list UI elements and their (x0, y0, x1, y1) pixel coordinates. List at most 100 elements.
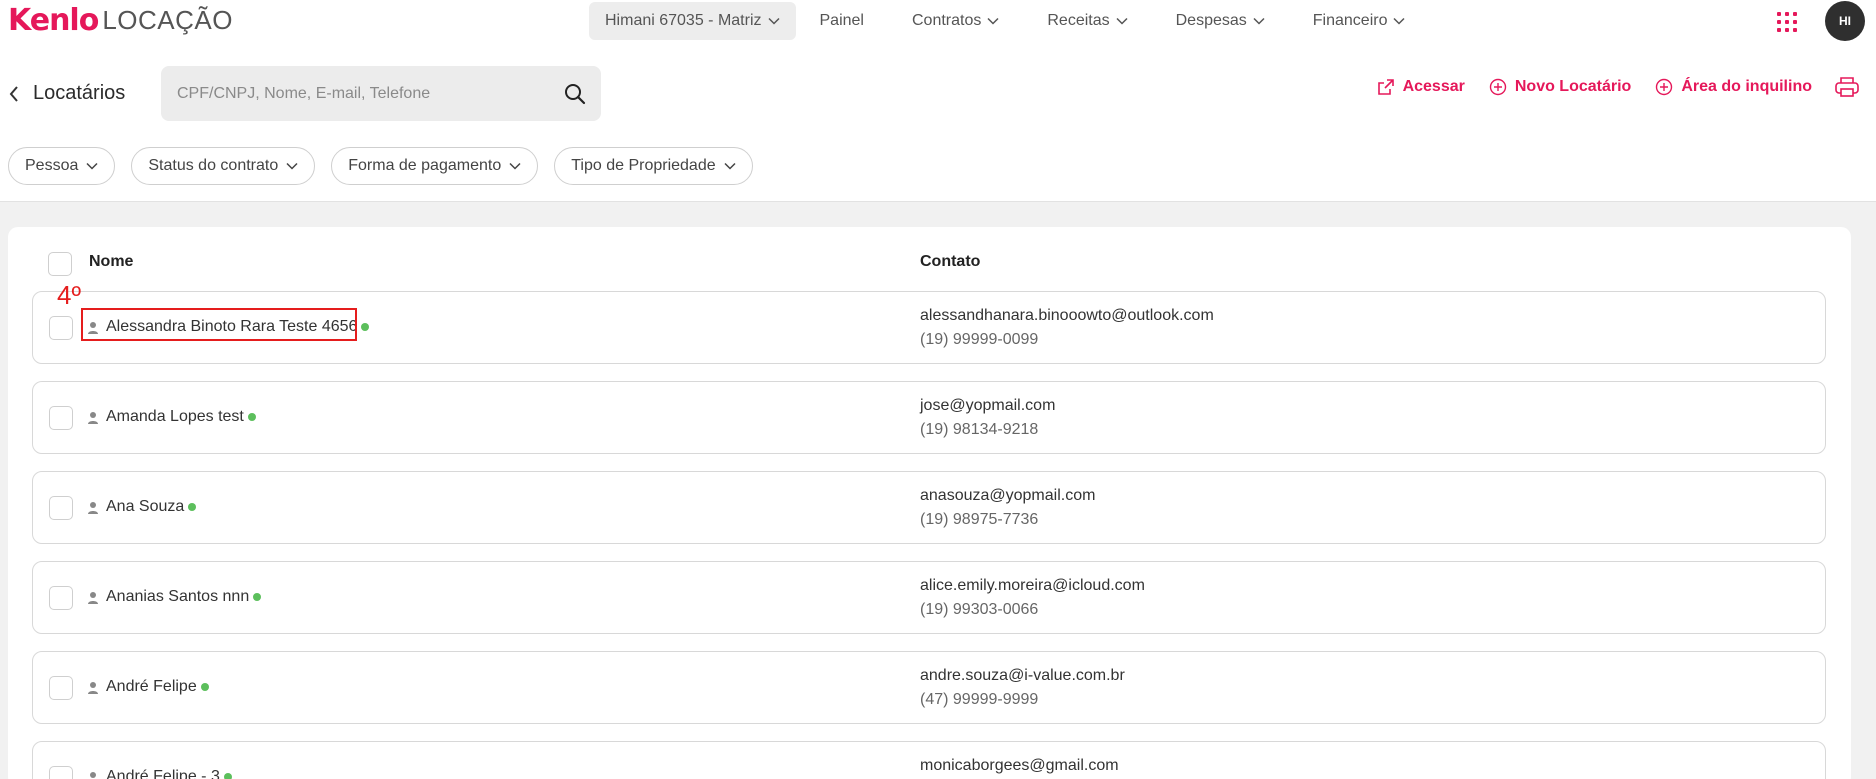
nav-item-receitas[interactable]: Receitas (1047, 11, 1128, 30)
tenant-name[interactable]: Ananias Santos nnn (106, 588, 262, 606)
row-checkbox[interactable] (49, 586, 73, 610)
external-link-icon (1377, 79, 1394, 95)
status-active-dot (361, 323, 370, 331)
table-row[interactable]: Amanda Lopes test jose@yopmail.com (19) … (32, 381, 1826, 454)
person-icon (90, 772, 96, 778)
filter-forma-pagamento[interactable]: Forma de pagamento (331, 147, 539, 185)
tenant-list: Nome Contato Alessandra Binoto Rara Test… (8, 227, 1851, 779)
search-box (161, 66, 601, 121)
tenant-name-text: Ananias Santos nnn (106, 588, 250, 605)
tenant-email: alice.emily.moreira@icloud.com (920, 577, 1145, 594)
brand-name: Kenlo (8, 2, 99, 38)
filter-label: Pessoa (25, 157, 79, 174)
tenant-phone: (19) 99303-0066 (920, 601, 1039, 618)
access-button[interactable]: Acessar (1377, 78, 1465, 96)
table-row[interactable]: André Felipe andre.souza@i-value.com.br … (32, 651, 1826, 724)
nav-label: Painel (819, 11, 864, 29)
tenant-name[interactable]: André Felipe - 3 (106, 768, 232, 779)
tenant-name[interactable]: Ana Souza (106, 498, 197, 516)
annotation-label: 4º (57, 280, 81, 310)
header-actions: Acessar Novo Locatário Área do inquilino (1353, 75, 1860, 99)
tenant-email: monicaborgees@gmail.com (920, 757, 1119, 774)
tenant-phone: (19) 98134-9218 (920, 421, 1039, 438)
chevron-down-icon (509, 162, 521, 170)
table-row[interactable]: Ananias Santos nnn alice.emily.moreira@i… (32, 561, 1826, 634)
status-active-dot (247, 413, 256, 421)
new-tenant-label: Novo Locatário (1514, 78, 1632, 95)
row-checkbox[interactable] (49, 496, 73, 520)
filter-label: Forma de pagamento (348, 157, 502, 174)
tenant-name[interactable]: Alessandra Binoto Rara Teste 4656 (106, 318, 370, 336)
tenant-phone: (47) 99999-9999 (920, 691, 1039, 708)
row-checkbox[interactable] (49, 676, 73, 700)
chevron-down-icon (987, 17, 999, 25)
chevron-down-icon (1393, 17, 1405, 25)
column-header-contact: Contato (920, 253, 981, 270)
person-icon (88, 502, 98, 514)
tenant-name-text: Ana Souza (106, 498, 185, 515)
tenant-name-text: Amanda Lopes test (106, 408, 244, 425)
filter-label: Tipo de Propriedade (571, 157, 716, 174)
app-logo[interactable]: Kenlo LOCAÇÃO (8, 2, 233, 38)
tenant-area-label: Área do inquilino (1681, 78, 1812, 95)
table-row[interactable]: Alessandra Binoto Rara Teste 4656 alessa… (32, 291, 1826, 364)
nav-label: Financeiro (1312, 11, 1388, 29)
product-name: LOCAÇÃO (102, 4, 233, 35)
company-label: Himani 67035 - Matriz (605, 11, 762, 29)
nav-label: Contratos (911, 11, 982, 29)
apps-grid-icon[interactable] (1777, 12, 1797, 32)
tenant-name[interactable]: André Felipe (106, 678, 209, 696)
search-icon[interactable] (563, 82, 587, 106)
row-checkbox[interactable] (49, 766, 73, 779)
new-tenant-button[interactable]: Novo Locatário (1489, 78, 1631, 96)
chevron-down-icon (286, 162, 298, 170)
row-checkbox[interactable] (49, 406, 73, 430)
back-arrow-icon[interactable] (8, 84, 20, 104)
filter-label: Status do contrato (148, 157, 279, 174)
filter-status-contrato[interactable]: Status do contrato (131, 147, 316, 185)
nav-item-financeiro[interactable]: Financeiro (1313, 12, 1406, 30)
chevron-down-icon (1253, 17, 1265, 25)
person-icon (88, 322, 98, 334)
filter-bar: Pessoa Status do contrato Forma de pagam… (8, 147, 769, 185)
access-label: Acessar (1402, 78, 1465, 95)
table-row[interactable]: Ana Souza anasouza@yopmail.com (19) 9897… (32, 471, 1826, 544)
nav-label: Receitas (1047, 11, 1110, 29)
tenant-phone: (19) 99999-0099 (920, 331, 1039, 348)
filter-pessoa[interactable]: Pessoa (8, 147, 116, 185)
column-header-name: Nome (89, 253, 134, 270)
chevron-down-icon (767, 17, 780, 25)
company-selector[interactable]: Himani 67035 - Matriz (589, 1, 796, 40)
row-checkbox[interactable] (49, 316, 73, 340)
tenant-email: alessandhanara.binooowto@outlook.com (920, 307, 1214, 324)
tenant-name-text: André Felipe - 3 (106, 768, 220, 779)
tenant-email: jose@yopmail.com (920, 397, 1056, 414)
chevron-down-icon (86, 162, 98, 170)
avatar[interactable]: HI (1825, 1, 1865, 41)
table-row[interactable]: André Felipe - 3 monicaborgees@gmail.com (32, 741, 1826, 779)
chevron-down-icon (724, 162, 736, 170)
search-input[interactable] (177, 66, 547, 121)
printer-icon[interactable] (1834, 75, 1860, 99)
nav-item-contratos[interactable]: Contratos (912, 12, 999, 30)
select-all-checkbox[interactable] (48, 252, 72, 276)
tenant-email: anasouza@yopmail.com (920, 487, 1096, 504)
nav-label: Despesas (1175, 11, 1247, 29)
list-header: Nome Contato (8, 227, 1851, 277)
tenant-area-button[interactable]: Área do inquilino (1655, 78, 1812, 96)
chevron-down-icon (1116, 17, 1128, 25)
plus-circle-icon (1489, 78, 1507, 96)
plus-circle-icon (1656, 78, 1673, 96)
person-icon (88, 682, 98, 694)
person-icon (88, 592, 98, 604)
tenant-name[interactable]: Amanda Lopes test (106, 408, 256, 426)
tenant-phone: (19) 98975-7736 (920, 511, 1039, 528)
filter-tipo-propriedade[interactable]: Tipo de Propriedade (554, 147, 753, 185)
tenant-name-text: Alessandra Binoto Rara Teste 4656 (106, 318, 358, 335)
nav-item-despesas[interactable]: Despesas (1176, 12, 1265, 30)
tenant-name-text: André Felipe (106, 678, 197, 695)
status-active-dot (200, 683, 209, 691)
tenant-email: andre.souza@i-value.com.br (920, 667, 1125, 684)
status-active-dot (223, 773, 232, 779)
nav-item-painel[interactable]: Painel (820, 12, 864, 30)
